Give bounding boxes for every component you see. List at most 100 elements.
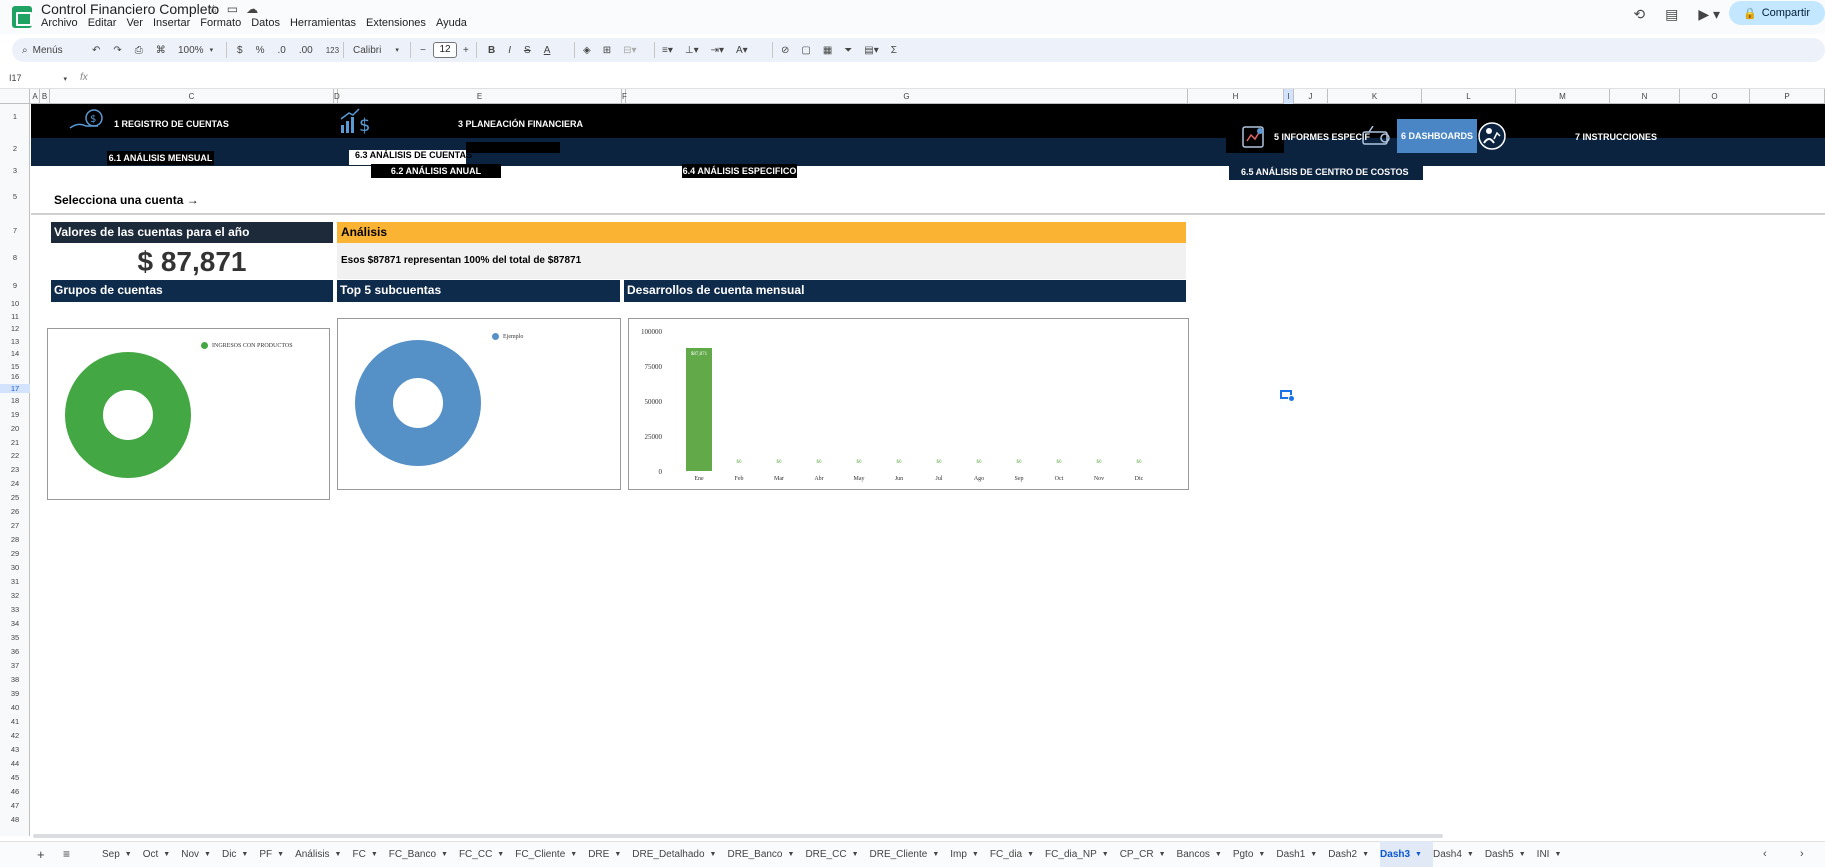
- font-select[interactable]: Calibri ▾: [353, 38, 399, 62]
- chevron-down-icon[interactable]: ▼: [932, 851, 939, 858]
- column-header[interactable]: H: [1188, 89, 1284, 104]
- row-header[interactable]: 13: [0, 337, 30, 346]
- row-header[interactable]: 42: [0, 731, 30, 740]
- row-header[interactable]: 1: [0, 112, 30, 121]
- top5-donut-chart[interactable]: Ejemplo: [337, 318, 621, 490]
- chevron-down-icon[interactable]: ▼: [852, 851, 859, 858]
- all-sheets-icon[interactable]: ≡: [63, 847, 70, 861]
- nav-analisis-especifico[interactable]: 6.4 ANÁLISIS ESPECIFICO: [682, 164, 797, 178]
- chevron-down-icon[interactable]: ▼: [1027, 851, 1034, 858]
- chevron-down-icon[interactable]: ▼: [277, 851, 284, 858]
- comment-icon[interactable]: ▢: [801, 45, 810, 56]
- chevron-down-icon[interactable]: ▼: [788, 851, 795, 858]
- menu-item[interactable]: Formato: [200, 17, 246, 29]
- redo-icon[interactable]: ↷: [113, 45, 121, 56]
- nav-planeacion-financiera[interactable]: 3 PLANEACIÓN FINANCIERA: [458, 119, 583, 129]
- text-wrap-icon[interactable]: ⇥▾: [711, 45, 724, 56]
- chevron-down-icon[interactable]: ▼: [1159, 851, 1166, 858]
- sheet-tab[interactable]: FC_Cliente ▼: [515, 841, 588, 867]
- row-header[interactable]: 9: [0, 281, 30, 290]
- chart-icon[interactable]: ▦: [823, 45, 832, 56]
- sheet-tab[interactable]: FC_dia_NP ▼: [1045, 841, 1120, 867]
- more-formats-button[interactable]: 123: [326, 46, 339, 55]
- menu-item[interactable]: Ver: [126, 17, 148, 29]
- font-size-increase-button[interactable]: +: [463, 38, 469, 62]
- sheet-tab[interactable]: DRE_Cliente ▼: [870, 841, 951, 867]
- row-header[interactable]: 36: [0, 647, 30, 656]
- nav-informes-especificos[interactable]: 5 INFORMES ESPECÍF: [1274, 132, 1370, 142]
- chevron-down-icon[interactable]: ▼: [1258, 851, 1265, 858]
- row-header[interactable]: 33: [0, 605, 30, 614]
- sheet-tab[interactable]: DRE_CC ▼: [805, 841, 869, 867]
- row-header[interactable]: 14: [0, 349, 30, 358]
- chevron-down-icon[interactable]: ▼: [163, 851, 170, 858]
- fill-color-icon[interactable]: ◈: [583, 45, 591, 56]
- row-header[interactable]: 43: [0, 745, 30, 754]
- row-header[interactable]: 10: [0, 299, 30, 308]
- filter-views-icon[interactable]: ▤▾: [864, 45, 878, 56]
- selected-cell-cursor[interactable]: [1280, 390, 1295, 402]
- search-menus[interactable]: ⌕ Menús: [22, 38, 63, 62]
- row-header[interactable]: 31: [0, 577, 30, 586]
- row-header[interactable]: 12: [0, 324, 30, 333]
- chevron-down-icon[interactable]: ▼: [1362, 851, 1369, 858]
- undo-icon[interactable]: ↶: [92, 45, 100, 56]
- chevron-down-icon[interactable]: ▼: [710, 851, 717, 858]
- bar[interactable]: [686, 347, 712, 471]
- row-header[interactable]: 18: [0, 396, 30, 405]
- font-size-decrease-button[interactable]: −: [420, 38, 426, 62]
- column-header[interactable]: N: [1610, 89, 1680, 104]
- sheet-tab[interactable]: FC_CC ▼: [459, 841, 515, 867]
- column-header[interactable]: C: [50, 89, 334, 104]
- row-header[interactable]: 2: [0, 144, 30, 153]
- row-header[interactable]: 21: [0, 438, 30, 447]
- row-header[interactable]: 38: [0, 675, 30, 684]
- chevron-down-icon[interactable]: ▼: [371, 851, 378, 858]
- cloud-status-icon[interactable]: ☁: [246, 2, 258, 16]
- currency-format-button[interactable]: $: [237, 45, 243, 56]
- column-header[interactable]: B: [40, 89, 50, 104]
- sheet-tab[interactable]: Imp ▼: [950, 841, 990, 867]
- decrease-decimal-button[interactable]: .0: [277, 45, 285, 56]
- row-header[interactable]: 47: [0, 801, 30, 810]
- nav-analisis-centro-costos[interactable]: 6.5 ANÁLISIS DE CENTRO DE COSTOS: [1241, 167, 1409, 177]
- chevron-down-icon[interactable]: ▼: [241, 851, 248, 858]
- sheet-tab[interactable]: Oct ▼: [143, 841, 182, 867]
- pie-slice[interactable]: [65, 352, 191, 478]
- row-header[interactable]: 8: [0, 253, 30, 262]
- sheet-tab[interactable]: Dash1 ▼: [1276, 841, 1328, 867]
- sheet-tab[interactable]: CP_CR ▼: [1120, 841, 1177, 867]
- chevron-down-icon[interactable]: ▼: [335, 851, 342, 858]
- chevron-down-icon[interactable]: ▼: [125, 851, 132, 858]
- row-header[interactable]: 29: [0, 549, 30, 558]
- groups-donut-chart[interactable]: INGRESOS CON PRODUCTOS: [47, 328, 330, 500]
- name-box[interactable]: I17 ▾: [9, 73, 67, 83]
- add-sheet-icon[interactable]: +: [37, 847, 45, 862]
- menu-item[interactable]: Insertar: [153, 17, 195, 29]
- scroll-tabs-right-icon[interactable]: ›: [1800, 848, 1804, 860]
- percent-format-button[interactable]: %: [256, 45, 265, 56]
- menu-item[interactable]: Editar: [88, 17, 122, 29]
- row-header[interactable]: 26: [0, 507, 30, 516]
- text-rotation-icon[interactable]: A▾: [736, 45, 748, 56]
- monthly-bar-chart[interactable]: 100000 75000 50000 25000 0 $87,871 Ene $0 Feb $0 M…: [628, 318, 1189, 490]
- row-header[interactable]: 32: [0, 591, 30, 600]
- print-icon[interactable]: ⎙: [135, 45, 143, 56]
- strikethrough-icon[interactable]: S: [524, 45, 531, 56]
- share-button[interactable]: 🔒 Compartir: [1729, 1, 1825, 25]
- row-header[interactable]: 11: [0, 312, 30, 321]
- sheet-tab[interactable]: FC ▼: [352, 841, 388, 867]
- chevron-down-icon[interactable]: ▼: [570, 851, 577, 858]
- column-header[interactable]: P: [1750, 89, 1825, 104]
- row-header[interactable]: 23: [0, 465, 30, 474]
- row-header[interactable]: 35: [0, 633, 30, 642]
- row-header[interactable]: 7: [0, 226, 30, 235]
- sheets-logo-icon[interactable]: [12, 6, 32, 28]
- chevron-down-icon[interactable]: ▼: [497, 851, 504, 858]
- horizontal-align-icon[interactable]: ≡▾: [662, 45, 673, 56]
- menu-item[interactable]: Extensiones: [366, 17, 431, 29]
- sheet-tab[interactable]: Dash4 ▼: [1433, 841, 1485, 867]
- row-header[interactable]: 3: [0, 166, 30, 175]
- sheet-tab[interactable]: FC_dia ▼: [990, 841, 1045, 867]
- row-header[interactable]: 46: [0, 787, 30, 796]
